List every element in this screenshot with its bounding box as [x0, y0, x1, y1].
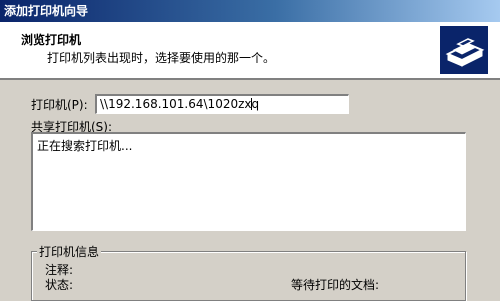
text-caret [251, 98, 252, 110]
status-label: 状态: [45, 278, 74, 292]
header-title: 浏览打印机 [21, 33, 82, 47]
window-title-bar[interactable]: 添加打印机向导 [0, 0, 500, 22]
printer-path-value: \\192.168.101.64\1020zxq [100, 97, 260, 111]
printer-icon [440, 26, 488, 74]
shared-printers-list[interactable]: 正在搜索打印机... [31, 132, 466, 231]
printer-field-label: 打印机(P): [31, 98, 88, 112]
waiting-docs-label: 等待打印的文档: [291, 278, 380, 292]
wizard-header: 浏览打印机 打印机列表出现时，选择要使用的那一个。 [0, 22, 500, 80]
printer-path-input[interactable]: \\192.168.101.64\1020zxq [95, 94, 349, 114]
header-subtitle: 打印机列表出现时，选择要使用的那一个。 [47, 51, 276, 65]
printer-info-title: 打印机信息 [37, 243, 102, 260]
window-title: 添加打印机向导 [4, 4, 89, 18]
list-item[interactable]: 正在搜索打印机... [37, 137, 132, 154]
